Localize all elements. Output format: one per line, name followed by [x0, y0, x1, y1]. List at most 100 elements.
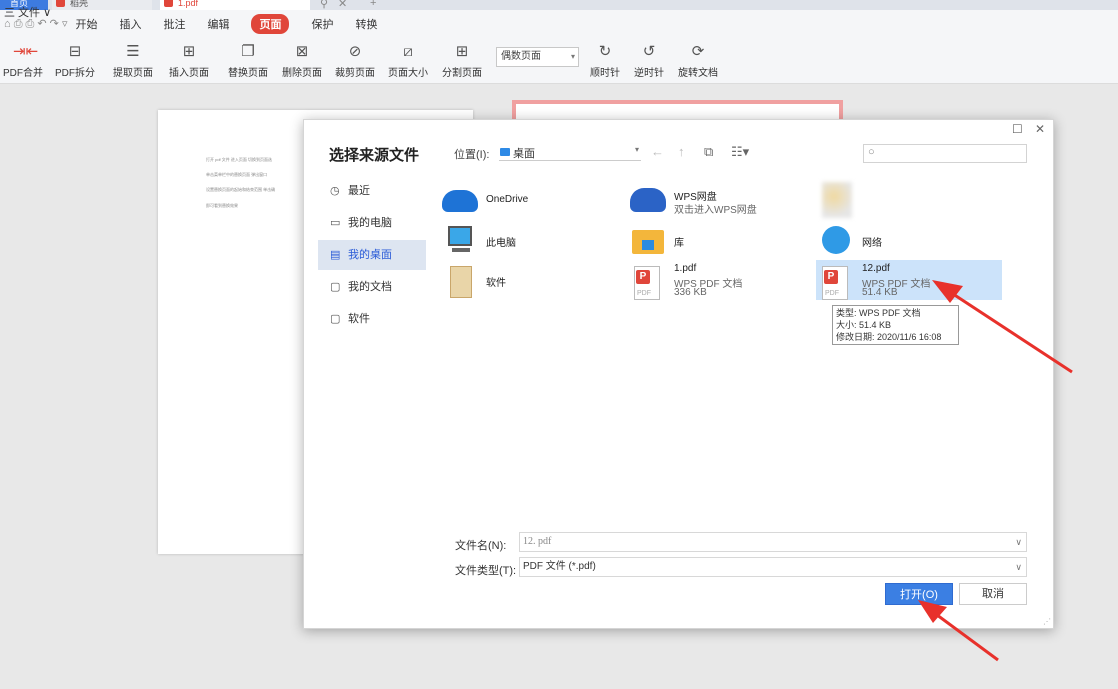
open-button[interactable]: 打开(O): [885, 583, 953, 605]
chevron-down-icon: ∨: [1015, 537, 1022, 547]
sidebar-item-software[interactable]: ▢ 软件: [318, 304, 426, 334]
file-name: 网络: [862, 238, 882, 249]
menu-annotate[interactable]: 批注: [163, 16, 185, 32]
view-mode-icon[interactable]: ☷▾: [731, 144, 749, 160]
page-size-button[interactable]: ⧄ 页面大小: [386, 42, 430, 79]
search-input[interactable]: ○: [863, 144, 1027, 163]
computer-icon: [448, 226, 472, 246]
rotate-document-button[interactable]: ⟳ 旋转文档: [676, 42, 720, 79]
menu-edit[interactable]: 编辑: [207, 16, 229, 32]
extract-page-button[interactable]: ☰ 提取页面: [110, 42, 156, 79]
sidebar-label: 最近: [348, 185, 370, 197]
sidebar-item-my-desktop[interactable]: ▤ 我的桌面: [318, 240, 426, 270]
document-line: 单击菜单栏中的替换页面 弹出窗口: [206, 172, 268, 177]
select-value: 偶数页面: [501, 51, 541, 62]
tab-label: 1.pdf: [178, 0, 199, 8]
pdf-file-icon: P PDF: [634, 266, 660, 300]
merge-icon: ⇥⇤: [13, 43, 39, 60]
sidebar-item-my-documents[interactable]: ▢ 我的文档: [318, 272, 426, 302]
file-item-1-pdf[interactable]: P PDF 1.pdf WPS PDF 文档 336 KB: [628, 262, 808, 302]
software-folder-icon: [450, 266, 472, 298]
menu-convert[interactable]: 转换: [355, 16, 377, 32]
file-item-12-pdf[interactable]: P PDF 12.pdf WPS PDF 文档 51.4 KB: [816, 260, 1002, 300]
sidebar-label: 我的文档: [348, 281, 392, 293]
menu-start[interactable]: 开始: [75, 16, 97, 32]
tab-pdf-document[interactable]: 1.pdf: [160, 0, 310, 10]
filetype-select[interactable]: PDF 文件 (*.pdf) ∨: [519, 557, 1027, 577]
insert-page-icon: ⊞: [182, 43, 196, 60]
back-icon[interactable]: ←: [651, 144, 664, 159]
folder-icon: ▢: [330, 281, 341, 293]
close-icon[interactable]: ✕: [1035, 122, 1045, 136]
file-size: 336 KB: [674, 287, 707, 298]
monitor-icon: ▭: [330, 217, 341, 229]
sidebar-item-recent[interactable]: ◷ 最近: [318, 176, 426, 206]
location-select[interactable]: 桌面 ▾: [499, 145, 641, 161]
replace-page-icon: ❐: [241, 43, 255, 60]
filename-input[interactable]: 12. pdf ∨: [519, 532, 1027, 552]
pin-icon[interactable]: ⚲: [320, 0, 328, 10]
dialog-title: 选择来源文件: [329, 147, 420, 164]
insert-page-button[interactable]: ⊞ 插入页面: [164, 42, 214, 79]
file-name: OneDrive: [486, 194, 529, 205]
tab-strip: 首页 稻壳 1.pdf ⚲ ✕ +: [0, 0, 1118, 10]
rotate-cw-icon: ↻: [598, 43, 612, 60]
file-item-wps-cloud[interactable]: WPS网盘 双击进入WPS网盘: [628, 182, 808, 222]
wps-cloud-icon: [630, 188, 666, 212]
file-name: 软件: [486, 278, 506, 289]
button-label: PDF合并: [3, 68, 43, 79]
button-label: 页面大小: [388, 68, 428, 79]
rotate-clockwise-button[interactable]: ↻ 顺时针: [588, 42, 622, 79]
menu-insert[interactable]: 插入: [119, 16, 141, 32]
split-page-icon: ⊞: [455, 43, 469, 60]
file-item-this-pc[interactable]: 此电脑: [440, 222, 620, 262]
desktop-folder-icon: [500, 148, 510, 156]
crop-icon: ⊘: [348, 43, 362, 60]
tooltip-date: 修改日期: 2020/11/6 16:08: [836, 332, 942, 342]
onedrive-icon: [442, 190, 478, 212]
button-label: 分割页面: [442, 68, 482, 79]
crop-page-button[interactable]: ⊘ 裁剪页面: [333, 42, 377, 79]
menu-page[interactable]: 页面: [251, 14, 290, 34]
file-size: 51.4 KB: [862, 287, 898, 298]
file-name: 12.pdf: [862, 263, 890, 274]
page-range-select[interactable]: 偶数页面 ▾: [496, 47, 579, 67]
file-subtitle: 双击进入WPS网盘: [674, 205, 757, 216]
document-line: 设置替换页面的起始和结束范围 单击确: [206, 187, 276, 192]
file-tooltip: 类型: WPS PDF 文档 大小: 51.4 KB 修改日期: 2020/11…: [832, 305, 959, 345]
button-label: 删除页面: [282, 68, 322, 79]
up-icon[interactable]: ↑: [678, 144, 685, 159]
blurred-item-icon: [822, 182, 852, 218]
delete-page-button[interactable]: ⊠ 删除页面: [280, 42, 324, 79]
file-item-blurred[interactable]: [816, 182, 876, 222]
menu-bar: 三 文件 ∨ ⌂ ⎙ ⎙ ↶ ↷ ▿ 开始 插入 批注 编辑 页面 保护 转换: [0, 7, 1118, 38]
new-tab-icon[interactable]: +: [370, 0, 376, 9]
network-icon: [822, 226, 850, 254]
chevron-down-icon: ▾: [570, 52, 575, 61]
close-tab-icon[interactable]: ✕: [338, 0, 347, 10]
resize-grip-icon[interactable]: ⋰: [1043, 617, 1051, 626]
file-item-onedrive[interactable]: OneDrive: [440, 182, 620, 222]
menu-protect[interactable]: 保护: [311, 16, 333, 32]
sidebar-item-my-computer[interactable]: ▭ 我的电脑: [318, 208, 426, 238]
replace-page-button[interactable]: ❐ 替换页面: [226, 42, 270, 79]
button-label: 提取页面: [113, 68, 153, 79]
new-folder-icon[interactable]: ⧉: [704, 144, 713, 160]
split-icon: ⊟: [68, 43, 82, 60]
pdf-split-button[interactable]: ⊟ PDF拆分: [54, 42, 96, 79]
button-label: 顺时针: [590, 68, 620, 79]
docer-icon: [56, 0, 65, 7]
folder-icon: ▢: [330, 313, 341, 325]
split-page-button[interactable]: ⊞ 分割页面: [440, 42, 484, 79]
dialog-sidebar: ◷ 最近 ▭ 我的电脑 ▤ 我的桌面 ▢ 我的文档 ▢ 软件: [318, 176, 426, 336]
rotate-counterclockwise-button[interactable]: ↺ 逆时针: [632, 42, 666, 79]
file-item-library[interactable]: 库: [628, 222, 808, 262]
file-item-network[interactable]: 网络: [816, 222, 996, 262]
file-item-software[interactable]: 软件: [440, 262, 620, 302]
filename-label: 文件名(N):: [455, 540, 507, 552]
tab-docer[interactable]: 稻壳: [52, 0, 152, 10]
cancel-button[interactable]: 取消: [959, 583, 1027, 605]
pdf-merge-button[interactable]: ⇥⇤ PDF合并: [2, 42, 44, 79]
document-line: 即可看到替换效果: [206, 203, 238, 208]
maximize-icon[interactable]: ☐: [1012, 122, 1023, 136]
